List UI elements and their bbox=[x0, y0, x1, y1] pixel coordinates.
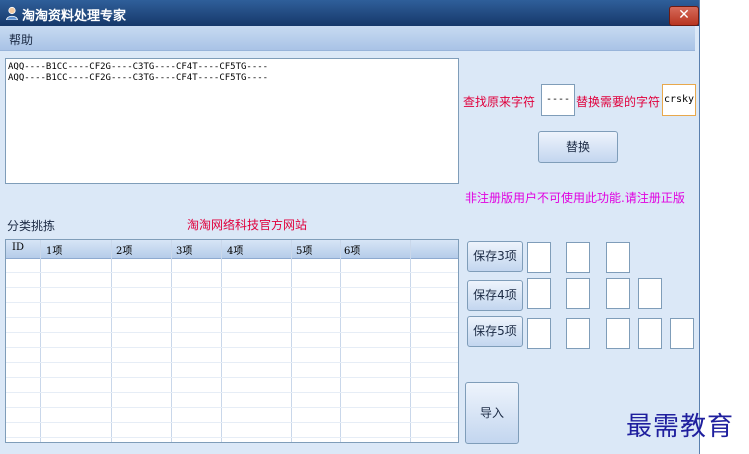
find-label: 查找原来字符 bbox=[463, 95, 536, 109]
save4-field-4[interactable] bbox=[638, 278, 662, 309]
save3-field-1[interactable] bbox=[527, 242, 551, 273]
column-header-6[interactable]: 6项 bbox=[344, 242, 360, 257]
row-divider bbox=[6, 317, 458, 318]
row-divider bbox=[6, 272, 458, 273]
text-line: AQQ----B1CC----CF2G----C3TG----CF4T----C… bbox=[8, 62, 269, 72]
save4-field-2[interactable] bbox=[566, 278, 590, 309]
title-bar[interactable]: 淘淘资料处理专家 ✕ bbox=[0, 0, 699, 26]
menu-bar: 帮助 bbox=[0, 26, 695, 51]
save5-field-4[interactable] bbox=[638, 318, 662, 349]
category-label: 分类挑拣 bbox=[7, 219, 56, 233]
official-site-link[interactable]: 淘淘网络科技官方网站 bbox=[187, 216, 307, 233]
save3-field-3[interactable] bbox=[606, 242, 630, 273]
column-header-4[interactable]: 4项 bbox=[227, 242, 243, 257]
close-button[interactable]: ✕ bbox=[669, 6, 699, 26]
row-divider bbox=[6, 362, 458, 363]
column-divider bbox=[111, 240, 112, 442]
row-divider bbox=[6, 302, 458, 303]
column-divider bbox=[40, 240, 41, 442]
data-textarea[interactable]: AQQ----B1CC----CF2G----C3TG----CF4T----C… bbox=[5, 58, 459, 184]
row-divider bbox=[6, 377, 458, 378]
save5-field-2[interactable] bbox=[566, 318, 590, 349]
row-divider bbox=[6, 287, 458, 288]
row-divider bbox=[6, 332, 458, 333]
grid-header: ID 1项 2项 3项 4项 5项 6项 bbox=[6, 240, 458, 259]
save3-field-2[interactable] bbox=[566, 242, 590, 273]
save-4-items-button[interactable]: 保存4项 bbox=[467, 280, 523, 311]
row-divider bbox=[6, 437, 458, 438]
save5-field-1[interactable] bbox=[527, 318, 551, 349]
replace-label: 替换需要的字符 bbox=[576, 95, 661, 109]
data-grid[interactable]: ID 1项 2项 3项 4项 5项 6项 bbox=[5, 239, 459, 443]
text-line: AQQ----B1CC----CF2G----C3TG----CF4T----C… bbox=[8, 73, 269, 83]
save4-field-3[interactable] bbox=[606, 278, 630, 309]
column-divider bbox=[340, 240, 341, 442]
replace-input[interactable]: crsky bbox=[662, 84, 696, 116]
watermark: 最需教育 bbox=[626, 412, 735, 442]
save5-field-5[interactable] bbox=[670, 318, 694, 349]
import-button[interactable]: 导入 bbox=[465, 382, 519, 444]
row-divider bbox=[6, 347, 458, 348]
row-divider bbox=[6, 392, 458, 393]
column-divider bbox=[171, 240, 172, 442]
unregistered-warning: 非注册版用户不可使用此功能.请注册正版 bbox=[465, 191, 685, 205]
window-title: 淘淘资料处理专家 bbox=[22, 9, 127, 24]
column-divider bbox=[221, 240, 222, 442]
save-3-items-button[interactable]: 保存3项 bbox=[467, 241, 523, 272]
column-header-1[interactable]: 1项 bbox=[46, 242, 62, 257]
save-5-items-button[interactable]: 保存5项 bbox=[467, 316, 523, 347]
column-divider bbox=[291, 240, 292, 442]
column-divider bbox=[410, 240, 411, 442]
column-header-5[interactable]: 5项 bbox=[296, 242, 312, 257]
replace-button[interactable]: 替换 bbox=[538, 131, 618, 163]
menu-item-help[interactable]: 帮助 bbox=[9, 31, 33, 48]
column-header-2[interactable]: 2项 bbox=[116, 242, 132, 257]
column-header-3[interactable]: 3项 bbox=[176, 242, 192, 257]
save5-field-3[interactable] bbox=[606, 318, 630, 349]
save4-field-1[interactable] bbox=[527, 278, 551, 309]
row-divider bbox=[6, 422, 458, 423]
main-window: 淘淘资料处理专家 ✕ 帮助 AQQ----B1CC----CF2G----C3T… bbox=[0, 0, 700, 454]
column-header-id[interactable]: ID bbox=[12, 242, 24, 253]
find-input[interactable]: ---- bbox=[541, 84, 575, 116]
row-divider bbox=[6, 407, 458, 408]
user-icon bbox=[6, 6, 18, 20]
